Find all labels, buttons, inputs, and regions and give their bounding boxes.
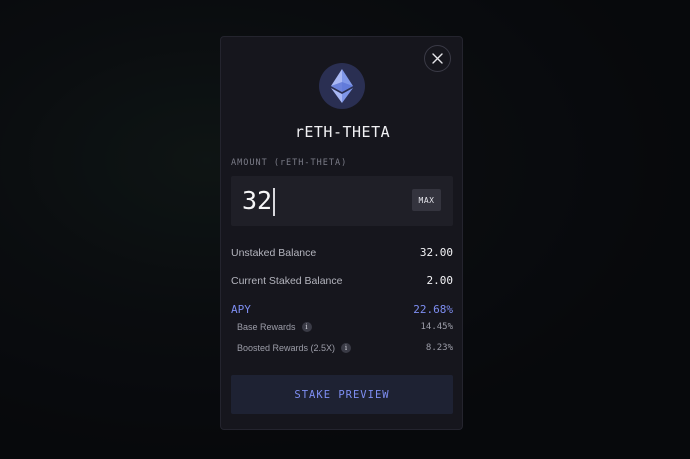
boosted-rewards-label: Boosted Rewards (2.5X) [237, 343, 336, 353]
text-caret [273, 188, 275, 216]
info-icon[interactable]: i [341, 343, 352, 353]
close-icon [432, 53, 443, 64]
unstaked-balance-row: Unstaked Balance 32.00 [231, 246, 453, 259]
apy-row: APY 22.68% [231, 303, 453, 316]
staked-balance-value: 2.00 [426, 274, 454, 287]
base-rewards-value: 14.45% [420, 322, 453, 332]
boosted-rewards-row: Boosted Rewards (2.5X) i 8.23% [237, 343, 453, 353]
boosted-rewards-value: 8.23% [425, 343, 453, 353]
amount-field[interactable]: 32 MAX [231, 176, 453, 226]
stake-preview-button[interactable]: STAKE PREVIEW [231, 375, 453, 414]
staked-balance-label: Current Staked Balance [231, 274, 343, 287]
token-logo [319, 63, 365, 109]
base-rewards-row: Base Rewards i 14.45% [237, 322, 453, 332]
max-button[interactable]: MAX [412, 189, 441, 211]
base-rewards-label: Base Rewards [237, 322, 296, 332]
amount-value: 32 [242, 186, 273, 215]
stake-modal: rETH-THETA AMOUNT (rETH-THETA) 32 MAX Un… [220, 36, 463, 430]
apy-label: APY [231, 303, 251, 316]
staked-balance-row: Current Staked Balance 2.00 [231, 274, 453, 287]
apy-value: 22.68% [413, 303, 453, 316]
amount-input[interactable]: 32 [242, 186, 275, 216]
unstaked-balance-label: Unstaked Balance [231, 246, 317, 259]
amount-label: AMOUNT (rETH-THETA) [231, 158, 348, 168]
token-title: rETH-THETA [294, 123, 391, 141]
unstaked-balance-value: 32.00 [419, 246, 453, 259]
info-icon[interactable]: i [301, 322, 312, 332]
ethereum-icon [331, 69, 353, 103]
close-button[interactable] [424, 45, 451, 72]
